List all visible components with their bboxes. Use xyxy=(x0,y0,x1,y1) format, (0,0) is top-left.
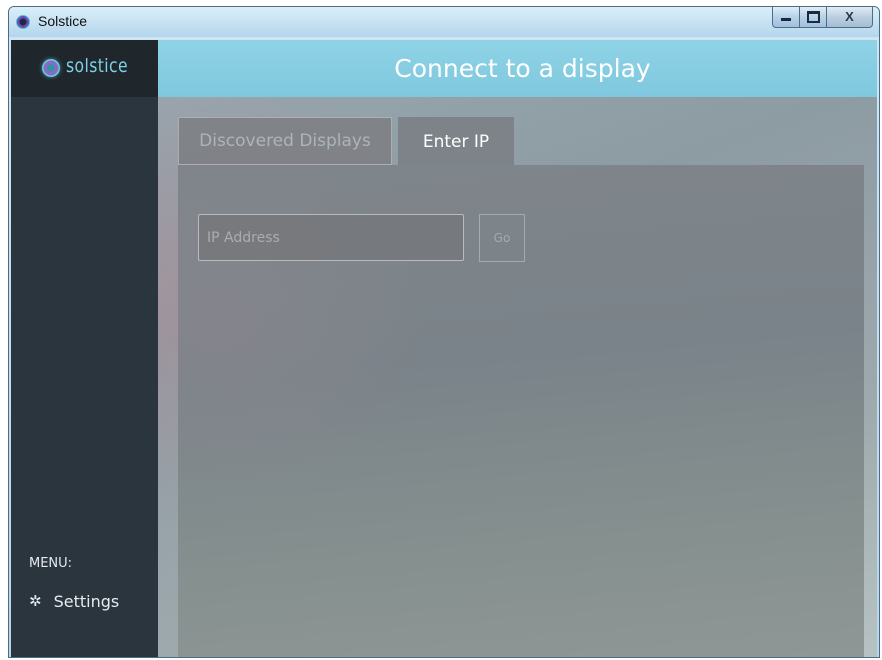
minimize-icon xyxy=(781,18,791,21)
close-button[interactable]: X xyxy=(827,7,873,28)
logo-text: solstice xyxy=(66,55,128,77)
go-button[interactable]: Go xyxy=(479,214,525,262)
logo-bar: solstice xyxy=(11,40,158,97)
tab-label: Discovered Displays xyxy=(199,131,371,151)
header-bar: Connect to a display xyxy=(158,40,877,97)
window-title: Solstice xyxy=(38,13,88,29)
maximize-icon xyxy=(806,10,820,23)
app-window: Solstice X solstice MENU: ✲ Settings Con… xyxy=(8,6,880,658)
menu-label: MENU: xyxy=(29,556,73,571)
solstice-app-icon xyxy=(16,15,30,29)
tab-label: Enter IP xyxy=(422,131,490,152)
client-area: solstice MENU: ✲ Settings Connect to a d… xyxy=(11,40,877,657)
sidebar-item-label: Settings xyxy=(53,592,120,611)
sidebar-item-settings[interactable]: ✲ Settings xyxy=(29,592,119,611)
solstice-logo-icon xyxy=(42,59,60,77)
title-bar[interactable]: Solstice X xyxy=(9,7,879,37)
tab-discovered-displays[interactable]: Discovered Displays xyxy=(178,117,392,165)
close-icon: X xyxy=(845,9,854,24)
minimize-button[interactable] xyxy=(772,7,800,28)
tab-enter-ip[interactable]: Enter IP xyxy=(398,117,514,166)
page-title: Connect to a display xyxy=(394,54,651,83)
sidebar: solstice MENU: ✲ Settings xyxy=(11,40,158,657)
window-controls: X xyxy=(772,7,873,28)
ip-address-input[interactable] xyxy=(198,214,464,261)
enter-ip-panel: Go xyxy=(178,165,864,657)
maximize-button[interactable] xyxy=(800,7,827,28)
gear-icon: ✲ xyxy=(29,592,42,610)
main-content: Connect to a display Discovered Displays… xyxy=(158,40,877,657)
